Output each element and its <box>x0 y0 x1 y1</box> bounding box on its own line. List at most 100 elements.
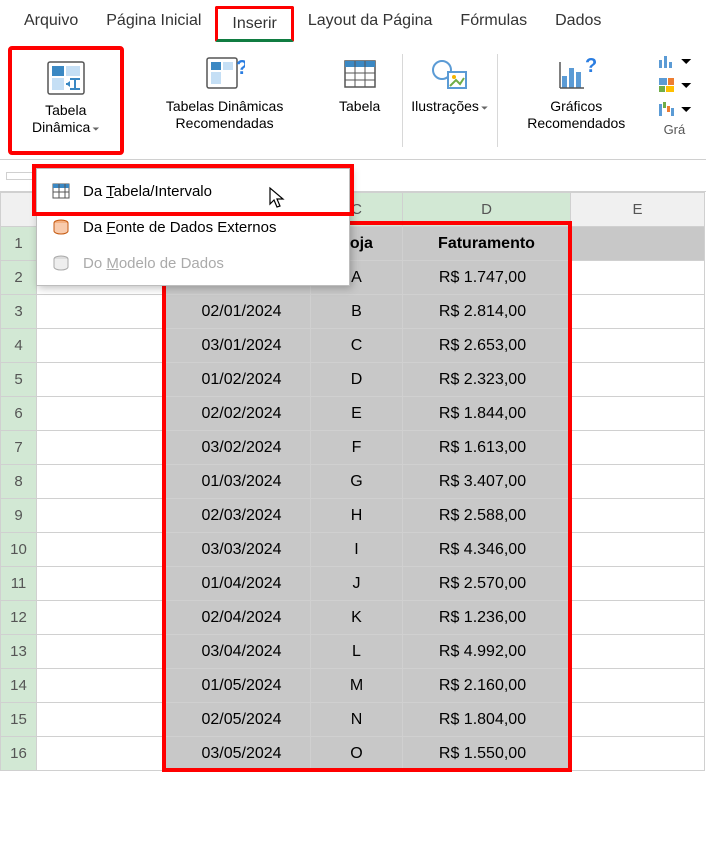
table-button[interactable]: Tabela <box>326 46 394 155</box>
cell[interactable] <box>571 669 705 703</box>
row-header[interactable]: 8 <box>1 465 37 499</box>
row-header[interactable]: 1 <box>1 227 37 261</box>
cell-loja[interactable]: J <box>311 567 403 601</box>
cell[interactable] <box>571 737 705 771</box>
cell-data[interactable]: 02/05/2024 <box>165 703 311 737</box>
cell[interactable] <box>37 533 165 567</box>
col-header-D[interactable]: D <box>403 193 571 227</box>
cell[interactable] <box>37 567 165 601</box>
cell[interactable] <box>37 363 165 397</box>
cell-faturamento[interactable]: R$ 1.613,00 <box>403 431 571 465</box>
cell-data[interactable]: 03/02/2024 <box>165 431 311 465</box>
from-external-item[interactable]: Da Fonte de Dados Externos <box>37 209 349 245</box>
cell-faturamento[interactable]: R$ 1.844,00 <box>403 397 571 431</box>
row-header[interactable]: 13 <box>1 635 37 669</box>
row-header[interactable]: 11 <box>1 567 37 601</box>
cell-loja[interactable]: G <box>311 465 403 499</box>
cell-loja[interactable]: C <box>311 329 403 363</box>
cell-faturamento[interactable]: R$ 2.160,00 <box>403 669 571 703</box>
tab-dados[interactable]: Dados <box>541 6 615 42</box>
row-header[interactable]: 16 <box>1 737 37 771</box>
illustrations-button[interactable]: Ilustrações⏷ <box>410 46 488 155</box>
select-all-corner[interactable] <box>1 193 37 227</box>
cell-faturamento[interactable]: R$ 2.570,00 <box>403 567 571 601</box>
cell[interactable] <box>37 431 165 465</box>
col-header-E[interactable]: E <box>571 193 705 227</box>
hierarchy-chart-button[interactable]: ⏷ <box>653 74 696 96</box>
cell[interactable] <box>571 567 705 601</box>
cell-faturamento[interactable]: R$ 1.236,00 <box>403 601 571 635</box>
cell[interactable] <box>37 703 165 737</box>
tab-arquivo[interactable]: Arquivo <box>10 6 92 42</box>
cell-data[interactable]: 01/02/2024 <box>165 363 311 397</box>
cell-loja[interactable]: M <box>311 669 403 703</box>
cell[interactable] <box>571 533 705 567</box>
cell-loja[interactable]: E <box>311 397 403 431</box>
cell-loja[interactable]: H <box>311 499 403 533</box>
cell[interactable] <box>37 601 165 635</box>
cell-loja[interactable]: L <box>311 635 403 669</box>
row-header[interactable]: 5 <box>1 363 37 397</box>
cell-data[interactable]: 03/05/2024 <box>165 737 311 771</box>
cell[interactable] <box>37 737 165 771</box>
row-header[interactable]: 15 <box>1 703 37 737</box>
cell-data[interactable]: 03/01/2024 <box>165 329 311 363</box>
tab-pagina-inicial[interactable]: Página Inicial <box>92 6 215 42</box>
cell-faturamento[interactable]: R$ 3.407,00 <box>403 465 571 499</box>
cell-loja[interactable]: B <box>311 295 403 329</box>
from-table-range-item[interactable]: Da Tabela/Intervalo <box>37 173 349 209</box>
cell[interactable] <box>37 397 165 431</box>
row-header[interactable]: 2 <box>1 261 37 295</box>
cell-loja[interactable]: D <box>311 363 403 397</box>
row-header[interactable]: 12 <box>1 601 37 635</box>
cell[interactable] <box>571 227 705 261</box>
cell-loja[interactable]: I <box>311 533 403 567</box>
waterfall-chart-button[interactable]: ⏷ <box>653 98 696 120</box>
recommended-charts-button[interactable]: ? Gráficos Recomendados <box>506 46 647 155</box>
cell-faturamento[interactable]: R$ 4.992,00 <box>403 635 571 669</box>
cell[interactable] <box>571 295 705 329</box>
tab-inserir[interactable]: Inserir <box>215 6 293 42</box>
cell-loja[interactable]: F <box>311 431 403 465</box>
cell-header-faturamento[interactable]: Faturamento <box>403 227 571 261</box>
cell-faturamento[interactable]: R$ 2.588,00 <box>403 499 571 533</box>
cell[interactable] <box>37 295 165 329</box>
pivot-table-button[interactable]: Tabela Dinâmica⏷ <box>8 46 124 155</box>
cell[interactable] <box>571 397 705 431</box>
cell[interactable] <box>571 431 705 465</box>
row-header[interactable]: 3 <box>1 295 37 329</box>
column-chart-button[interactable]: ⏷ <box>653 50 696 72</box>
cell-loja[interactable]: K <box>311 601 403 635</box>
cell[interactable] <box>571 363 705 397</box>
cell-faturamento[interactable]: R$ 1.804,00 <box>403 703 571 737</box>
cell-data[interactable]: 02/03/2024 <box>165 499 311 533</box>
row-header[interactable]: 4 <box>1 329 37 363</box>
cell[interactable] <box>571 635 705 669</box>
cell[interactable] <box>571 329 705 363</box>
cell-faturamento[interactable]: R$ 4.346,00 <box>403 533 571 567</box>
cell[interactable] <box>37 499 165 533</box>
cell[interactable] <box>37 635 165 669</box>
cell[interactable] <box>571 499 705 533</box>
cell-data[interactable]: 03/03/2024 <box>165 533 311 567</box>
cell-faturamento[interactable]: R$ 1.550,00 <box>403 737 571 771</box>
cell-data[interactable]: 02/04/2024 <box>165 601 311 635</box>
cell-data[interactable]: 02/02/2024 <box>165 397 311 431</box>
cell[interactable] <box>571 465 705 499</box>
cell-data[interactable]: 03/04/2024 <box>165 635 311 669</box>
row-header[interactable]: 14 <box>1 669 37 703</box>
recommended-pivot-button[interactable]: ? Tabelas Dinâmicas Recomendadas <box>128 46 322 155</box>
cell[interactable] <box>37 669 165 703</box>
cell[interactable] <box>571 261 705 295</box>
cell-loja[interactable]: N <box>311 703 403 737</box>
cell-faturamento[interactable]: R$ 2.814,00 <box>403 295 571 329</box>
cell-loja[interactable]: O <box>311 737 403 771</box>
cell[interactable] <box>37 465 165 499</box>
row-header[interactable]: 10 <box>1 533 37 567</box>
cell-faturamento[interactable]: R$ 2.653,00 <box>403 329 571 363</box>
cell-data[interactable]: 01/03/2024 <box>165 465 311 499</box>
cell-faturamento[interactable]: R$ 1.747,00 <box>403 261 571 295</box>
tab-formulas[interactable]: Fórmulas <box>446 6 541 42</box>
row-header[interactable]: 6 <box>1 397 37 431</box>
cell-data[interactable]: 02/01/2024 <box>165 295 311 329</box>
